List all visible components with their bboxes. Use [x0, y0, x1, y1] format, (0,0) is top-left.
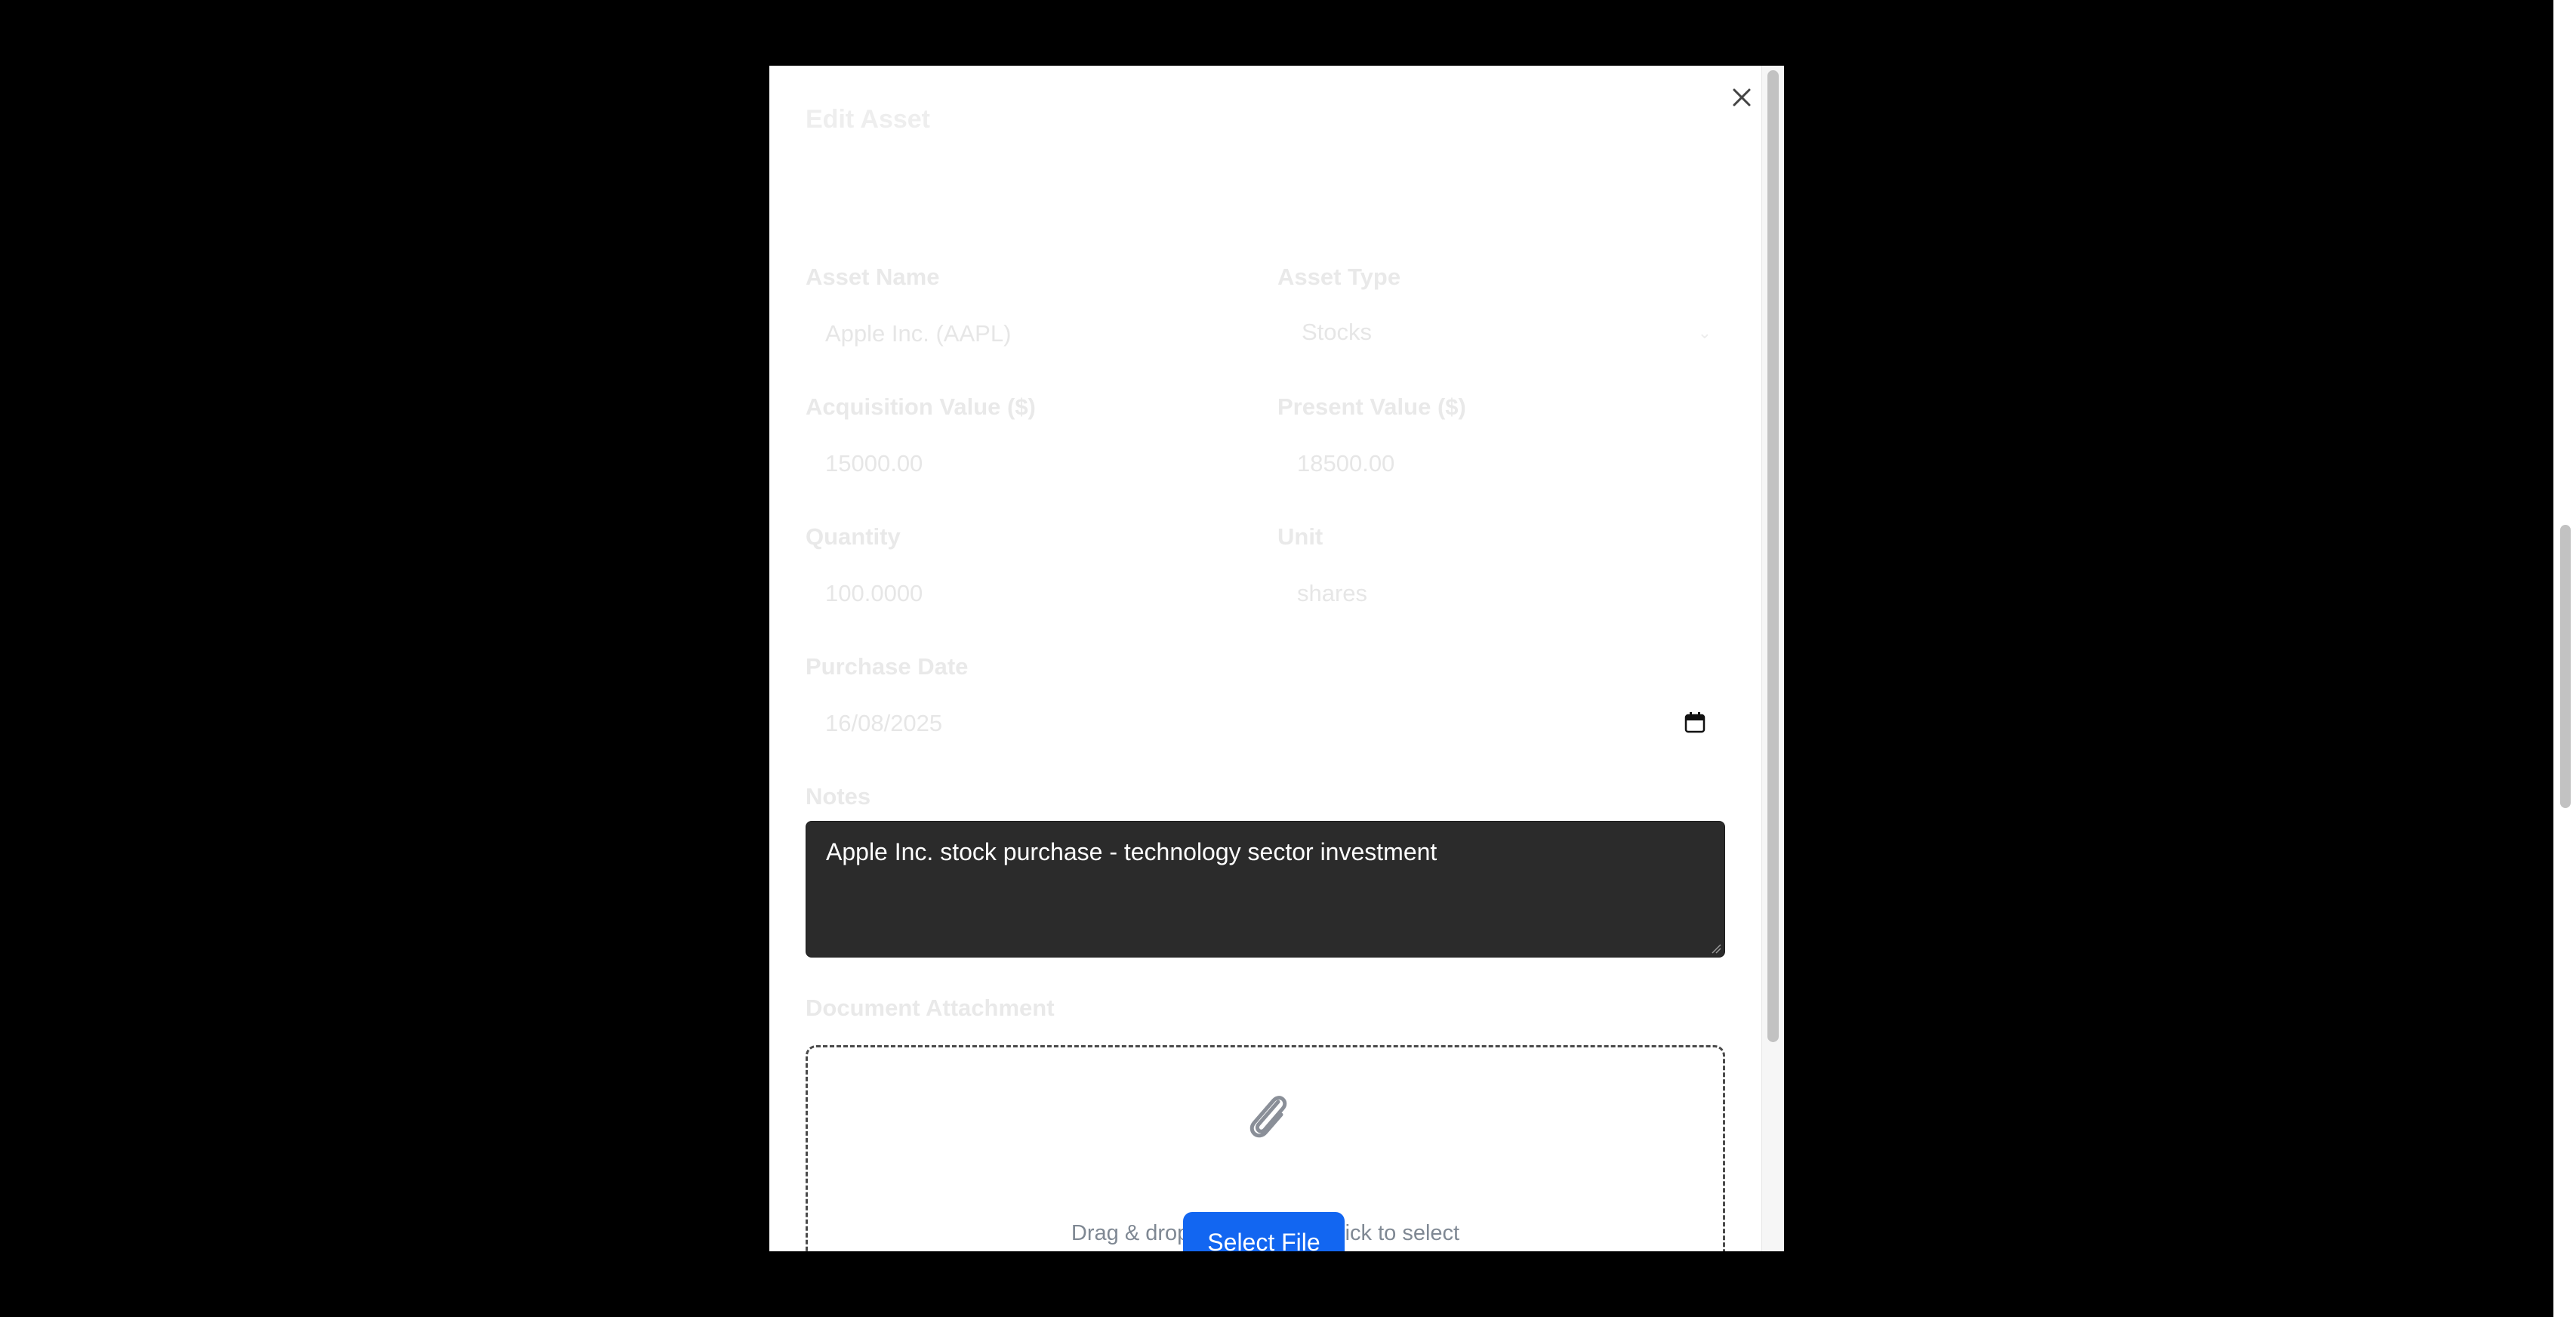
- purchase-date-value: 16/08/2025: [825, 710, 943, 736]
- present-value-label: Present Value ($): [1277, 393, 1466, 420]
- asset-type-select[interactable]: Stocks ⌄: [1277, 304, 1725, 360]
- unit-label: Unit: [1277, 523, 1323, 550]
- chevron-down-icon: ⌄: [1697, 323, 1712, 342]
- asset-name-input[interactable]: Apple Inc. (AAPL): [806, 306, 1251, 362]
- acquisition-value-label: Acquisition Value ($): [806, 393, 1036, 420]
- calendar-icon[interactable]: [1683, 711, 1707, 741]
- quantity-label: Quantity: [806, 523, 901, 550]
- asset-type-label: Asset Type: [1277, 264, 1401, 290]
- page-scrollbar[interactable]: [2553, 0, 2576, 1317]
- present-value-input[interactable]: 18500.00: [1277, 436, 1725, 492]
- present-value-value: 18500.00: [1297, 450, 1395, 477]
- document-attachment-label: Document Attachment: [806, 995, 1055, 1021]
- modal-scrollbar-thumb[interactable]: [1767, 70, 1779, 1042]
- notes-value: Apple Inc. stock purchase - technology s…: [826, 838, 1437, 865]
- quantity-value: 100.0000: [825, 580, 923, 606]
- edit-asset-modal: Edit Asset Asset Name Apple Inc. (AAPL) …: [769, 66, 1784, 1251]
- close-button[interactable]: [1727, 82, 1757, 113]
- acquisition-value-input[interactable]: 15000.00: [806, 436, 1251, 492]
- unit-input[interactable]: shares: [1277, 566, 1725, 621]
- purchase-date-label: Purchase Date: [806, 653, 969, 680]
- page-scrollbar-thumb[interactable]: [2560, 525, 2571, 808]
- notes-textarea[interactable]: Apple Inc. stock purchase - technology s…: [806, 821, 1725, 958]
- resize-handle-icon[interactable]: [1709, 942, 1721, 954]
- notes-label: Notes: [806, 783, 871, 810]
- asset-type-value: Stocks: [1302, 319, 1373, 345]
- unit-value: shares: [1297, 580, 1368, 606]
- acquisition-value-value: 15000.00: [825, 450, 923, 477]
- paperclip-icon: [1236, 1085, 1296, 1149]
- quantity-input[interactable]: 100.0000: [806, 566, 1251, 621]
- purchase-date-input[interactable]: 16/08/2025: [806, 696, 1725, 751]
- select-file-button[interactable]: Select File: [1183, 1212, 1345, 1251]
- asset-name-value: Apple Inc. (AAPL): [825, 320, 1012, 347]
- close-icon: [1733, 88, 1751, 106]
- modal-title: Edit Asset: [806, 105, 931, 134]
- modal-scrollbar[interactable]: [1761, 66, 1784, 1251]
- asset-name-label: Asset Name: [806, 264, 940, 290]
